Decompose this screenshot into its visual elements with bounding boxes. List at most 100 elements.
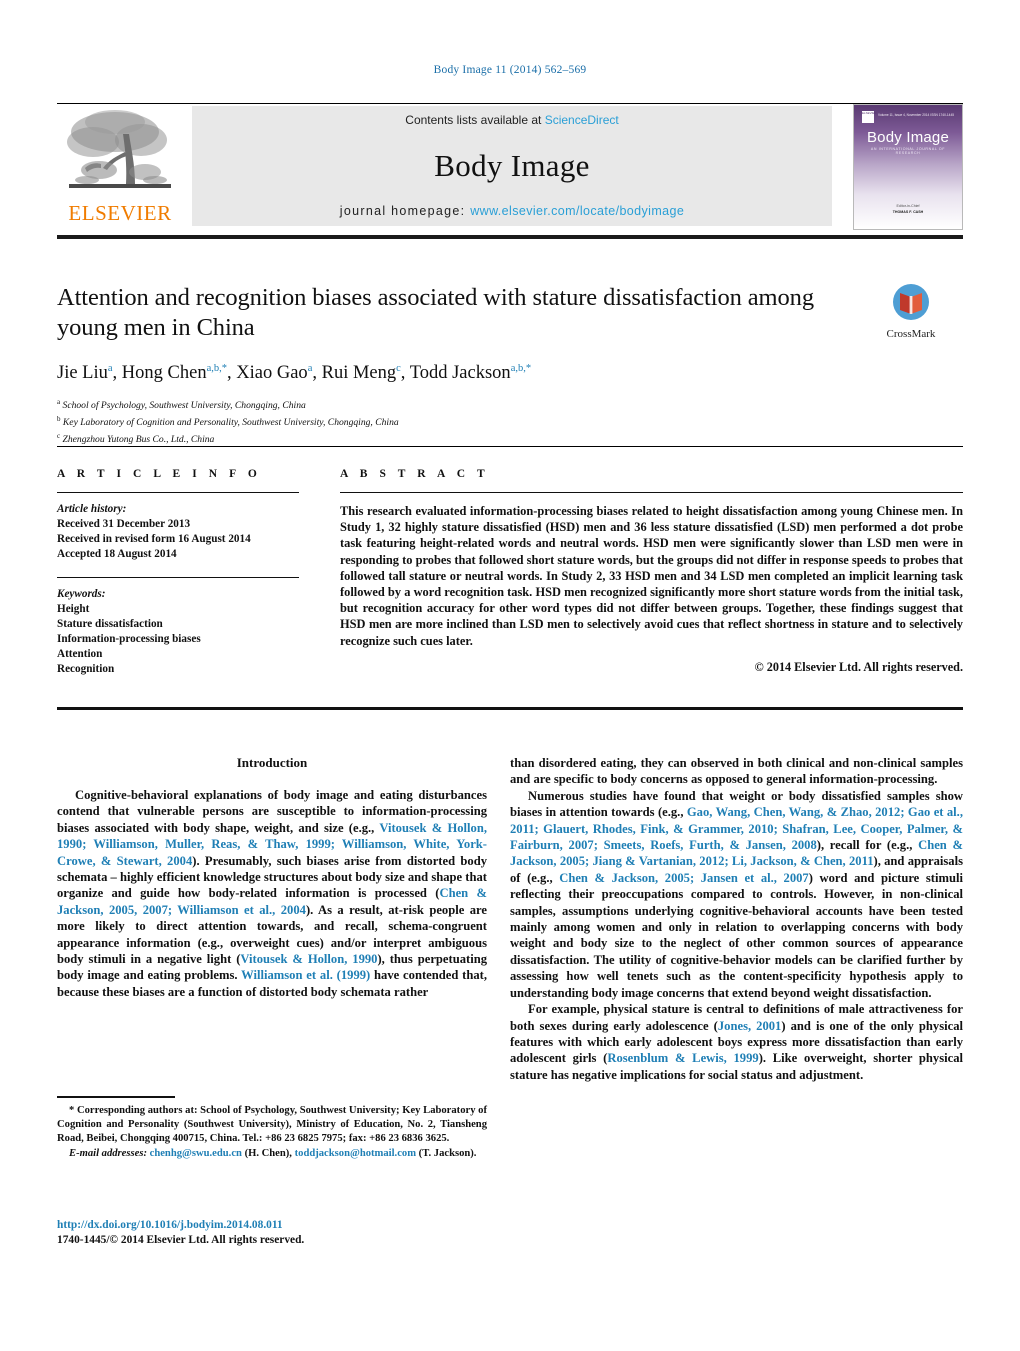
keyword-item: Attention <box>57 648 103 661</box>
affiliation-item: a School of Psychology, Southwest Univer… <box>57 396 847 413</box>
author-item[interactable]: Rui Mengc <box>322 363 401 383</box>
history-item: Received in revised form 16 August 2014 <box>57 533 251 546</box>
crossmark-icon <box>893 284 929 320</box>
keywords-divider <box>57 576 299 578</box>
title-block: Attention and recognition biases associa… <box>57 283 847 446</box>
email-label: E-mail addresses: <box>69 1147 147 1159</box>
affiliation-text: School of Psychology, Southwest Universi… <box>62 400 306 412</box>
history-item: Accepted 18 August 2014 <box>57 548 177 561</box>
keywords-label: Keywords: <box>57 587 106 600</box>
paragraph-text: than disordered eating, they can observe… <box>510 756 963 787</box>
author-affil-marker: a,b,* <box>510 363 532 374</box>
article-info-section: A R T I C L E I N F O Article history: R… <box>57 468 299 678</box>
email-owner-chen: (H. Chen), <box>244 1147 292 1159</box>
author-list: Jie Liua, Hong Chena,b,*, Xiao Gaoa, Rui… <box>57 363 532 384</box>
article-history-label: Article history: <box>57 503 127 515</box>
author-item[interactable]: Jie Liua <box>57 363 113 383</box>
journal-cover-thumbnail: ELSEVIER Volume 11, Issue 4, November 20… <box>853 104 963 230</box>
footnote-divider <box>57 1096 175 1098</box>
author-item[interactable]: Hong Chena,b,* <box>122 363 227 383</box>
homepage-url-link[interactable]: www.elsevier.com/locate/bodyimage <box>470 204 684 218</box>
journal-title: Body Image <box>434 148 590 183</box>
cover-volume-text: Volume 11, Issue 4, November 2014 <box>878 113 930 117</box>
journal-homepage-line: journal homepage: www.elsevier.com/locat… <box>192 204 832 218</box>
affiliation-item: b Key Laboratory of Cognition and Person… <box>57 413 847 430</box>
elsevier-tree-icon <box>65 108 175 200</box>
author-name: Jie Liu <box>57 363 108 384</box>
citation-link[interactable]: Chen & Jackson, 2005; Jansen et al., 200… <box>559 871 809 885</box>
keyword-item: Information-processing biases <box>57 633 201 646</box>
author-affil-marker: c <box>396 363 401 374</box>
doi-block: http://dx.doi.org/10.1016/j.bodyim.2014.… <box>57 1218 487 1248</box>
body-paragraph: Numerous studies have found that weight … <box>510 788 963 1001</box>
author-item[interactable]: Xiao Gaoa <box>236 363 312 383</box>
doi-link[interactable]: http://dx.doi.org/10.1016/j.bodyim.2014.… <box>57 1218 487 1233</box>
affiliation-marker: a <box>57 398 61 407</box>
footnote-block: * Corresponding authors at: School of Ps… <box>57 1104 487 1161</box>
contents-prefix: Contents lists available at <box>405 113 545 127</box>
email-link-jackson[interactable]: toddjackson@hotmail.com <box>295 1148 416 1159</box>
affiliation-item: c Zhengzhou Yutong Bus Co., Ltd., China <box>57 430 847 447</box>
affiliation-text: Zhengzhou Yutong Bus Co., Ltd., China <box>62 433 215 445</box>
author-name: Rui Meng <box>321 363 397 384</box>
issn-rights-line: 1740-1445/© 2014 Elsevier Ltd. All right… <box>57 1234 305 1246</box>
cover-topbar: ELSEVIER Volume 11, Issue 4, November 20… <box>862 111 954 123</box>
elsevier-logo: ELSEVIER <box>57 106 183 226</box>
abstract-copyright: © 2014 Elsevier Ltd. All rights reserved… <box>754 659 963 674</box>
history-item: Received 31 December 2013 <box>57 518 191 530</box>
cover-footer: Editor-in-Chief THOMAS F. CASH <box>862 204 954 215</box>
author-affil-marker: a <box>107 363 113 374</box>
paragraph-text: ), recall for (e.g., <box>816 838 919 853</box>
crossmark-label: CrossMark <box>886 328 936 340</box>
author-item[interactable]: Todd Jacksona,b,* <box>410 363 531 383</box>
affiliation-list: a School of Psychology, Southwest Univer… <box>57 396 847 446</box>
affiliation-marker: b <box>57 414 61 423</box>
journal-header-center: Contents lists available at ScienceDirec… <box>192 106 832 226</box>
body-top-rule <box>57 707 963 710</box>
citation-link[interactable]: Williamson et al. (1999) <box>241 968 370 982</box>
citation-link[interactable]: Rosenblum & Lewis, 1999 <box>607 1051 758 1065</box>
paper-page: Body Image 11 (2014) 562–569 ELSEVIER Co… <box>0 0 1020 1351</box>
author-affil-marker: a <box>307 363 313 374</box>
article-info-divider <box>57 492 299 493</box>
author-name: Todd Jackson <box>409 363 511 384</box>
paragraph-container-right: than disordered eating, they can observe… <box>510 755 963 1083</box>
journal-header-band: ELSEVIER Contents lists available at Sci… <box>57 104 963 230</box>
paragraph-container-left: Cognitive-behavioral explanations of bod… <box>57 787 487 1000</box>
body-paragraph: Cognitive-behavioral explanations of bod… <box>57 787 487 1000</box>
author-name: Xiao Gao <box>236 363 308 384</box>
corresponding-author-note: * Corresponding authors at: School of Ps… <box>57 1105 487 1145</box>
cover-editor-name: THOMAS F. CASH <box>892 209 924 214</box>
abstract-section: A B S T R A C T This research evaluated … <box>340 468 963 675</box>
citation-link[interactable]: Vitousek & Hollon, 1990 <box>240 952 377 966</box>
author-affil-marker: a,b,* <box>206 363 228 374</box>
abstract-divider <box>340 492 963 493</box>
cover-journal-subtitle: AN INTERNATIONAL JOURNAL OF RESEARCH <box>870 147 946 155</box>
page-title: Attention and recognition biases associa… <box>57 284 814 341</box>
affiliation-marker: c <box>57 431 61 440</box>
elsevier-wordmark: ELSEVIER <box>68 201 172 225</box>
info-section-top-rule <box>57 446 963 447</box>
body-paragraph: For example, physical stature is central… <box>510 1001 963 1083</box>
body-paragraph: than disordered eating, they can observe… <box>510 755 963 788</box>
keyword-item: Stature dissatisfaction <box>57 617 163 630</box>
email-owner-jackson: (T. Jackson). <box>418 1147 477 1159</box>
email-note: E-mail addresses: chenhg@swu.edu.cn (H. … <box>57 1147 487 1161</box>
running-head: Body Image 11 (2014) 562–569 <box>433 64 587 76</box>
author-name: Hong Chen <box>121 363 207 384</box>
body-column-right: than disordered eating, they can observe… <box>510 755 963 1083</box>
header-bottom-thick-rule <box>57 235 963 239</box>
abstract-heading: A B S T R A C T <box>340 468 490 480</box>
cover-issn-text: ISSN 1740-1445 <box>930 113 954 117</box>
homepage-prefix: journal homepage: <box>339 204 466 218</box>
email-link-chen[interactable]: chenhg@swu.edu.cn <box>150 1148 242 1159</box>
citation-link[interactable]: Jones, 2001 <box>718 1019 781 1033</box>
crossmark-badge[interactable]: CrossMark <box>859 283 963 340</box>
sciencedirect-link[interactable]: ScienceDirect <box>545 113 619 127</box>
introduction-heading: Introduction <box>236 755 308 770</box>
abstract-text: This research evaluated information-proc… <box>340 504 963 648</box>
cover-elsevier-badge: ELSEVIER <box>862 111 877 123</box>
cover-journal-title: Body Image <box>866 129 950 146</box>
keyword-item: Height <box>57 602 90 615</box>
affiliation-text: Key Laboratory of Cognition and Personal… <box>62 417 399 429</box>
